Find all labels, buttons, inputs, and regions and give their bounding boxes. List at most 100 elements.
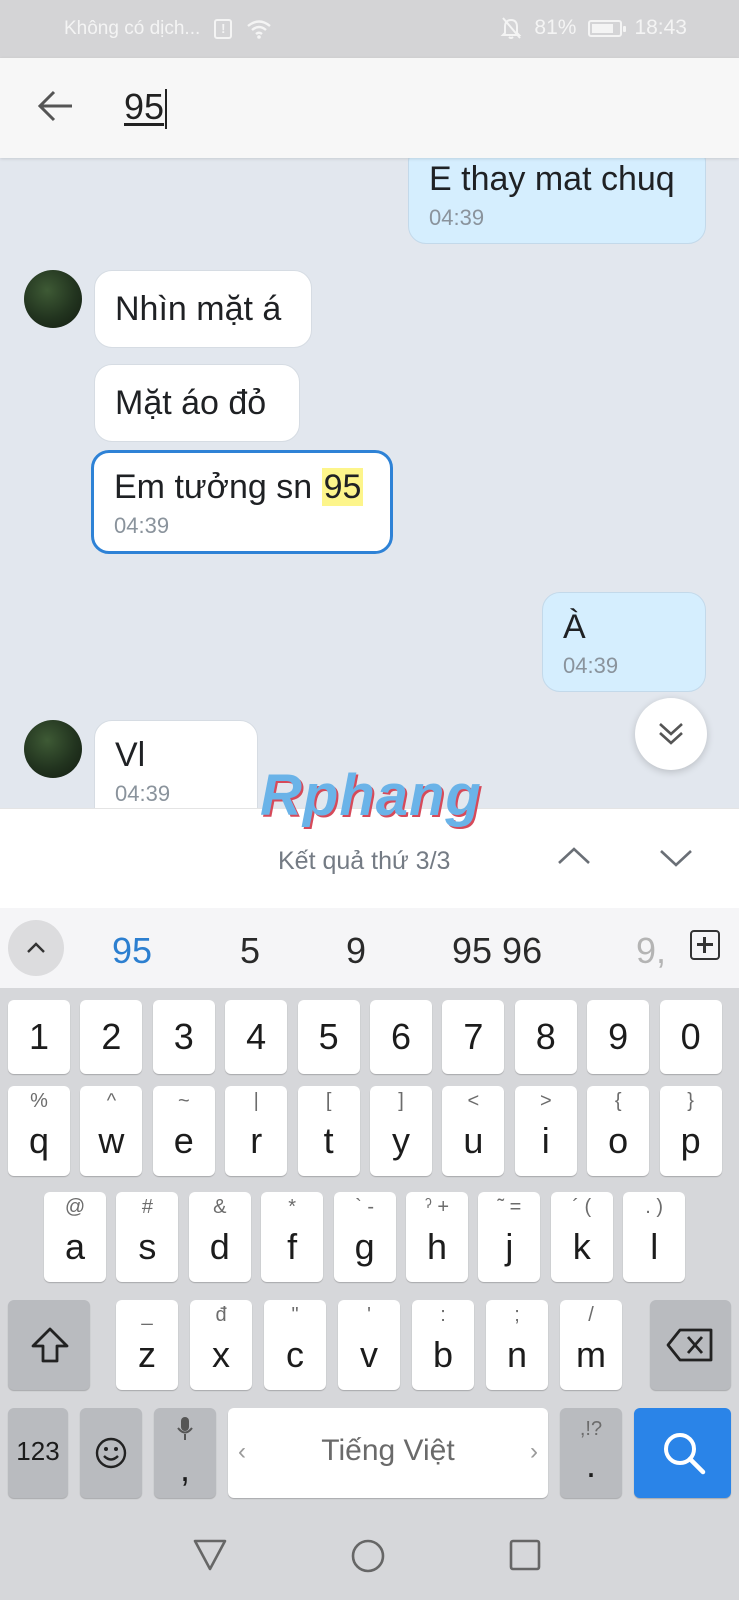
key-label: Tiếng Việt [321, 1434, 455, 1467]
chat-area[interactable]: E thay mat chuq 04:39 Nhìn mặt á Mặt áo … [0, 158, 739, 808]
message-bubble-outgoing[interactable]: E thay mat chuq 04:39 [408, 158, 706, 244]
smiley-icon [95, 1437, 127, 1469]
key[interactable]: 8 [514, 1000, 577, 1074]
key-label: a [64, 1226, 86, 1267]
key[interactable]: & d [188, 1192, 251, 1282]
key[interactable]: 9 [587, 1000, 650, 1074]
key[interactable]: < u [442, 1086, 505, 1176]
avatar[interactable] [24, 270, 82, 328]
key-sub-label: % [30, 1090, 48, 1112]
key[interactable]: ` - g [333, 1192, 396, 1282]
next-result-icon[interactable] [658, 839, 694, 875]
key-sub-label: _ [141, 1304, 153, 1326]
suggestion-item[interactable]: 9 [346, 930, 366, 972]
message-time: 04:39 [114, 513, 170, 538]
suggestion-item[interactable]: 95 [112, 930, 152, 972]
key[interactable]: đx [190, 1300, 252, 1390]
search-key[interactable] [634, 1408, 731, 1498]
key[interactable]: [t [297, 1086, 360, 1176]
key-sub-label: ˀ + [424, 1196, 450, 1218]
voice-comma-key[interactable]: , [154, 1408, 216, 1498]
key-sub-label: . ) [645, 1196, 664, 1218]
text-cursor [165, 89, 168, 130]
key[interactable]: ] y [370, 1086, 432, 1176]
key[interactable]: } p [659, 1086, 722, 1176]
numeric-mode-key[interactable]: 123 [8, 1408, 68, 1498]
key[interactable]: ; n [486, 1300, 548, 1390]
key-sub-label: ^ [106, 1090, 117, 1112]
key-label: v [360, 1334, 378, 1375]
key[interactable]: ´ (k [550, 1192, 613, 1282]
key[interactable]: 2 [80, 1000, 143, 1074]
key[interactable]: . ) l [623, 1192, 686, 1282]
key[interactable]: 1 [8, 1000, 70, 1074]
key[interactable]: 5 [297, 1000, 360, 1074]
message-text-part: Em tưởng sn [114, 468, 322, 506]
double-chevron-down-icon [659, 723, 683, 745]
key[interactable]: # s [116, 1192, 179, 1282]
key[interactable]: 7 [442, 1000, 505, 1074]
key[interactable]: > i [514, 1086, 577, 1176]
key[interactable]: " c [264, 1300, 326, 1390]
key-label: 123 [16, 1436, 60, 1466]
key[interactable]: ^ w [80, 1086, 143, 1176]
search-input[interactable]: 95 [124, 86, 168, 130]
key-label: 2 [101, 1016, 122, 1057]
previous-result-icon[interactable] [556, 839, 592, 875]
suggestion-item[interactable]: 9, [636, 930, 666, 972]
key-label: h [426, 1226, 448, 1267]
key[interactable]: 3 [152, 1000, 215, 1074]
back-arrow-icon[interactable] [36, 86, 76, 126]
back-triangle-icon[interactable] [192, 1538, 228, 1572]
emoji-key[interactable] [80, 1408, 142, 1498]
key[interactable]: ˀ + h [406, 1192, 468, 1282]
key[interactable]: / m [560, 1300, 622, 1390]
microphone-icon [177, 1417, 193, 1440]
key-sub-label: ` - [355, 1196, 375, 1218]
key-label: l [650, 1226, 659, 1267]
scroll-to-bottom-button[interactable] [635, 698, 707, 770]
suggestion-item[interactable]: 5 [240, 930, 260, 972]
key[interactable]: ' v [338, 1300, 400, 1390]
key-sub-label: & [213, 1196, 227, 1218]
key[interactable]: ~ e [152, 1086, 215, 1176]
suggestion-item[interactable]: 95 96 [452, 930, 542, 972]
message-bubble-incoming[interactable]: Vl 04:39 [94, 720, 258, 808]
collapse-suggestions-button[interactable] [8, 920, 64, 976]
key-label: e [173, 1120, 194, 1161]
recent-apps-square-icon[interactable] [508, 1538, 542, 1572]
key[interactable]: ˜ = j [478, 1192, 541, 1282]
key-sub-label: * [288, 1196, 297, 1218]
message-bubble-incoming[interactable]: Mặt áo đỏ [94, 364, 300, 442]
key[interactable]: % q [8, 1086, 70, 1176]
period-key[interactable]: ,!? . [560, 1408, 622, 1498]
key-sub-label: ~ [177, 1090, 190, 1112]
key-label: 6 [390, 1016, 412, 1057]
key[interactable]: | r [225, 1086, 288, 1176]
key-label: t [323, 1120, 334, 1161]
message-bubble-search-match[interactable]: Em tưởng sn 95 04:39 [91, 450, 393, 554]
add-icon[interactable] [690, 930, 720, 960]
key-label: o [608, 1120, 629, 1161]
chevron-right-icon: › [530, 1438, 538, 1465]
key[interactable]: * f [261, 1192, 324, 1282]
key[interactable]: :b [412, 1300, 474, 1390]
key-label: y [392, 1120, 410, 1161]
search-query-text: 95 [124, 86, 165, 127]
key-label: p [680, 1120, 701, 1161]
key[interactable]: _ z [116, 1300, 178, 1390]
message-bubble-outgoing[interactable]: À 04:39 [542, 592, 706, 692]
backspace-key[interactable] [650, 1300, 731, 1390]
key[interactable]: 4 [225, 1000, 288, 1074]
home-circle-icon[interactable] [350, 1538, 386, 1574]
key[interactable]: 6 [370, 1000, 432, 1074]
key[interactable]: {o [587, 1086, 650, 1176]
avatar[interactable] [24, 720, 82, 778]
key-label: g [354, 1226, 375, 1267]
space-key[interactable]: ‹ Tiếng Việt › [228, 1408, 548, 1498]
key[interactable]: 0 [659, 1000, 722, 1074]
shift-key[interactable] [8, 1300, 90, 1390]
key[interactable]: @ a [44, 1192, 106, 1282]
message-bubble-incoming[interactable]: Nhìn mặt á [94, 270, 312, 348]
key-label: j [505, 1226, 514, 1267]
